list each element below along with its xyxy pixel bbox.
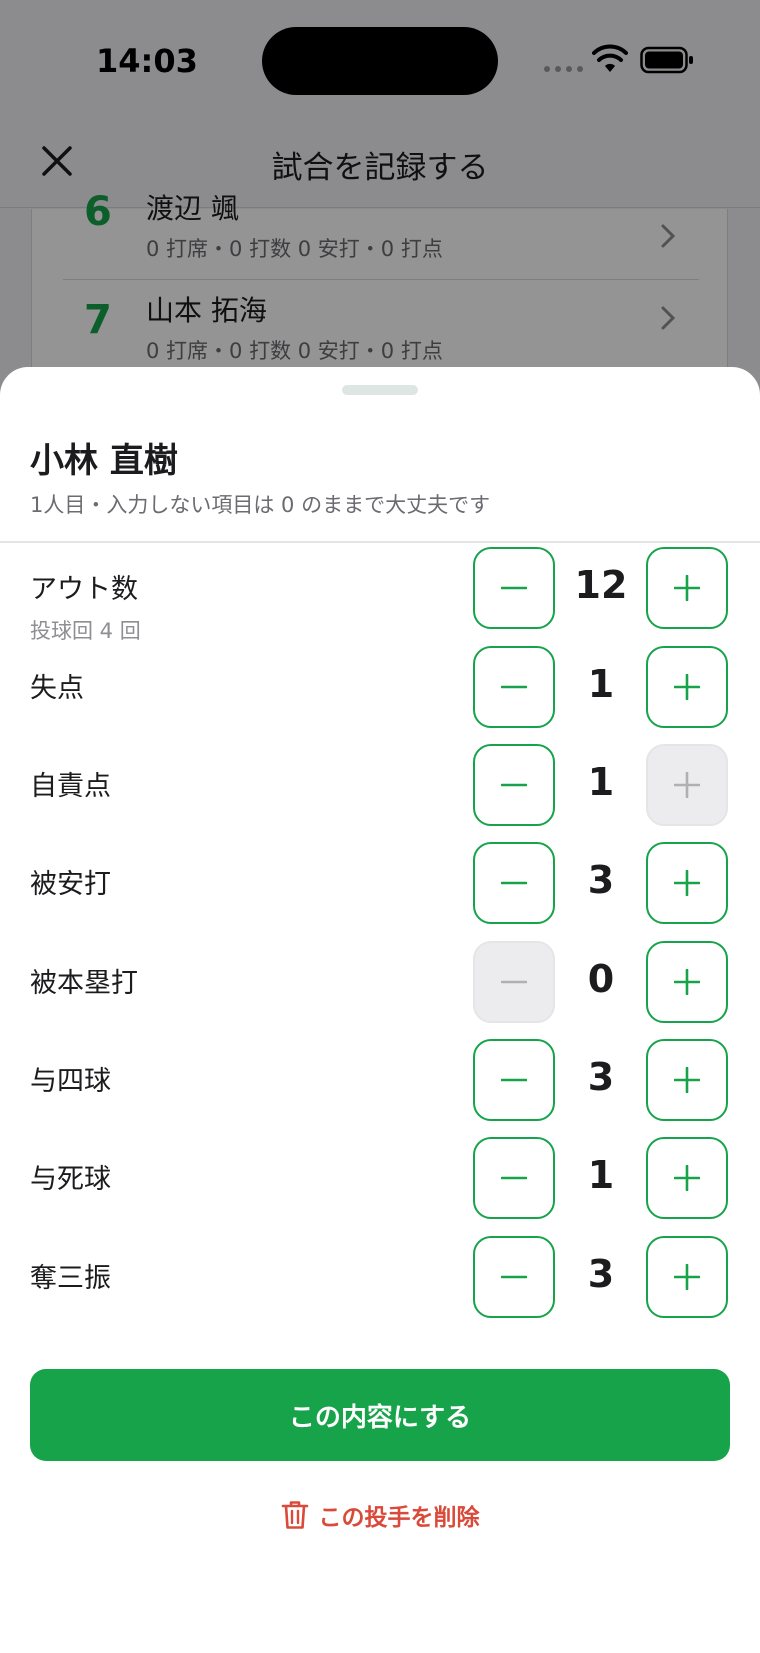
minus-icon bbox=[501, 685, 527, 689]
delete-label: この投手を削除 bbox=[318, 1505, 480, 1531]
decrement-button-walks[interactable] bbox=[473, 1039, 555, 1121]
minus-icon bbox=[501, 1078, 527, 1082]
stat-label: 奪三振 bbox=[30, 1263, 111, 1294]
stat-value-outs: 12 bbox=[574, 563, 628, 607]
confirm-button[interactable]: この内容にする bbox=[30, 1369, 730, 1461]
stat-label: アウト数 bbox=[30, 574, 138, 605]
stat-label: 与死球 bbox=[30, 1164, 111, 1195]
delete-pitcher-button[interactable]: この投手を削除 bbox=[0, 1479, 760, 1551]
increment-button-home-runs-allowed[interactable] bbox=[646, 941, 728, 1023]
stat-value-walks: 3 bbox=[587, 1055, 615, 1099]
plus-icon bbox=[674, 1165, 700, 1191]
plus-icon bbox=[674, 772, 700, 798]
decrement-button-runs[interactable] bbox=[473, 646, 555, 728]
increment-button-runs[interactable] bbox=[646, 646, 728, 728]
innings-pitched-label: 投球回 4 回 bbox=[30, 619, 141, 643]
stat-label: 失点 bbox=[30, 673, 84, 704]
stat-value-hits-allowed: 3 bbox=[587, 858, 615, 902]
plus-icon bbox=[674, 575, 700, 601]
pitcher-name: 小林 直樹 bbox=[30, 441, 178, 481]
sheet-divider bbox=[0, 541, 760, 543]
minus-icon bbox=[501, 1275, 527, 1279]
minus-icon bbox=[501, 881, 527, 885]
stat-value-hit-by-pitch: 1 bbox=[587, 1153, 615, 1197]
plus-icon bbox=[674, 1264, 700, 1290]
minus-icon bbox=[501, 586, 527, 590]
increment-button-earned-runs[interactable] bbox=[646, 744, 728, 826]
increment-button-hits-allowed[interactable] bbox=[646, 842, 728, 924]
decrement-button-earned-runs[interactable] bbox=[473, 744, 555, 826]
sheet-subtitle: 1人目・入力しない項目は 0 のままで大丈夫です bbox=[30, 493, 491, 517]
decrement-button-strikeouts[interactable] bbox=[473, 1236, 555, 1318]
increment-button-strikeouts[interactable] bbox=[646, 1236, 728, 1318]
minus-icon bbox=[501, 980, 527, 984]
minus-icon bbox=[501, 1176, 527, 1180]
plus-icon bbox=[674, 1067, 700, 1093]
decrement-button-hit-by-pitch[interactable] bbox=[473, 1137, 555, 1219]
stat-value-runs: 1 bbox=[587, 662, 615, 706]
increment-button-hit-by-pitch[interactable] bbox=[646, 1137, 728, 1219]
plus-icon bbox=[674, 674, 700, 700]
stat-value-earned-runs: 1 bbox=[587, 760, 615, 804]
minus-icon bbox=[501, 783, 527, 787]
decrement-button-home-runs-allowed[interactable] bbox=[473, 941, 555, 1023]
sheet-grabber[interactable] bbox=[342, 385, 418, 395]
stat-label: 被安打 bbox=[30, 869, 111, 900]
plus-icon bbox=[674, 870, 700, 896]
stat-value-strikeouts: 3 bbox=[587, 1252, 615, 1296]
increment-button-walks[interactable] bbox=[646, 1039, 728, 1121]
stat-label: 自責点 bbox=[30, 771, 111, 802]
increment-button-outs[interactable] bbox=[646, 547, 728, 629]
plus-icon bbox=[674, 969, 700, 995]
stat-label: 被本塁打 bbox=[30, 968, 138, 999]
decrement-button-hits-allowed[interactable] bbox=[473, 842, 555, 924]
pitcher-edit-sheet: 小林 直樹 1人目・入力しない項目は 0 のままで大丈夫です アウト数 投球回 … bbox=[0, 367, 760, 1653]
decrement-button-outs[interactable] bbox=[473, 547, 555, 629]
stat-value-home-runs-allowed: 0 bbox=[587, 957, 615, 1001]
trash-icon bbox=[281, 1501, 308, 1529]
stat-label: 与四球 bbox=[30, 1066, 111, 1097]
